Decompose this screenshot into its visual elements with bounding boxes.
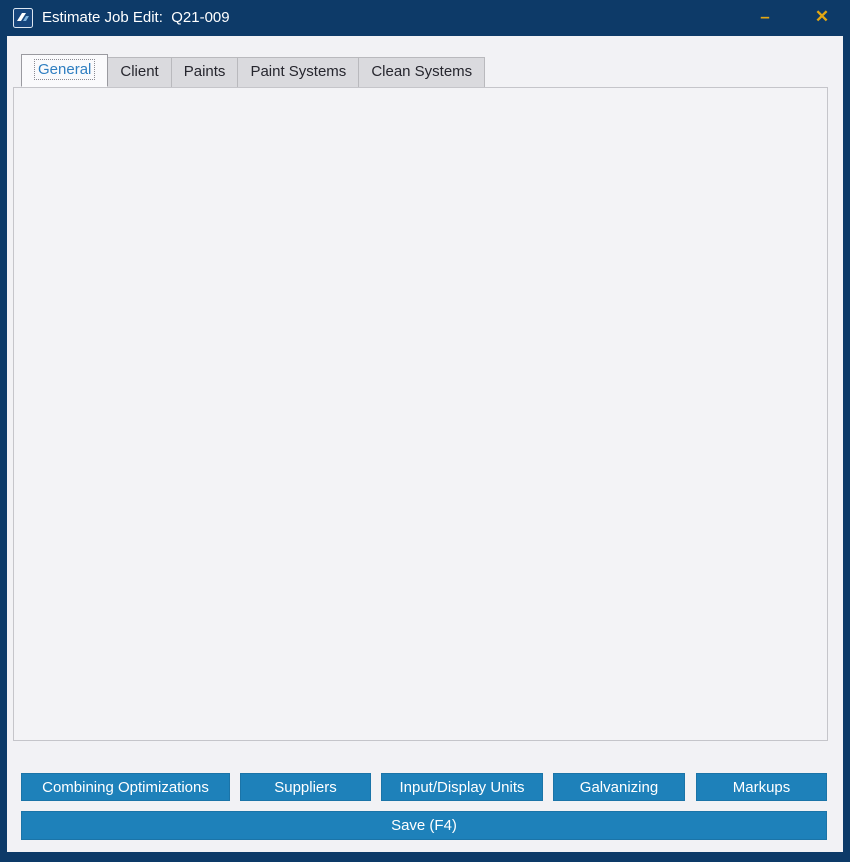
- suppliers-button[interactable]: Suppliers: [240, 773, 371, 801]
- general-tab-page: [13, 87, 828, 741]
- galvanizing-button[interactable]: Galvanizing: [553, 773, 685, 801]
- title-bar: Estimate Job Edit: Q21-009 – ✕: [0, 0, 850, 36]
- window-title: Estimate Job Edit: Q21-009: [42, 0, 230, 36]
- save-button[interactable]: Save (F4): [21, 811, 827, 840]
- tab-general[interactable]: General: [21, 54, 108, 87]
- tab-clean-systems[interactable]: Clean Systems: [358, 57, 485, 87]
- combining-optimizations-button[interactable]: Combining Optimizations: [21, 773, 230, 801]
- markups-button[interactable]: Markups: [696, 773, 827, 801]
- app-icon: [13, 8, 33, 28]
- minimize-icon[interactable]: –: [747, 0, 783, 36]
- close-icon[interactable]: ✕: [804, 0, 840, 36]
- tab-client[interactable]: Client: [107, 57, 171, 87]
- input-display-units-button[interactable]: Input/Display Units: [381, 773, 543, 801]
- tab-paints[interactable]: Paints: [171, 57, 239, 87]
- tab-strip: General Client Paints Paint Systems Clea…: [21, 55, 484, 87]
- tab-paint-systems[interactable]: Paint Systems: [237, 57, 359, 87]
- dialog-body: General Client Paints Paint Systems Clea…: [7, 36, 843, 852]
